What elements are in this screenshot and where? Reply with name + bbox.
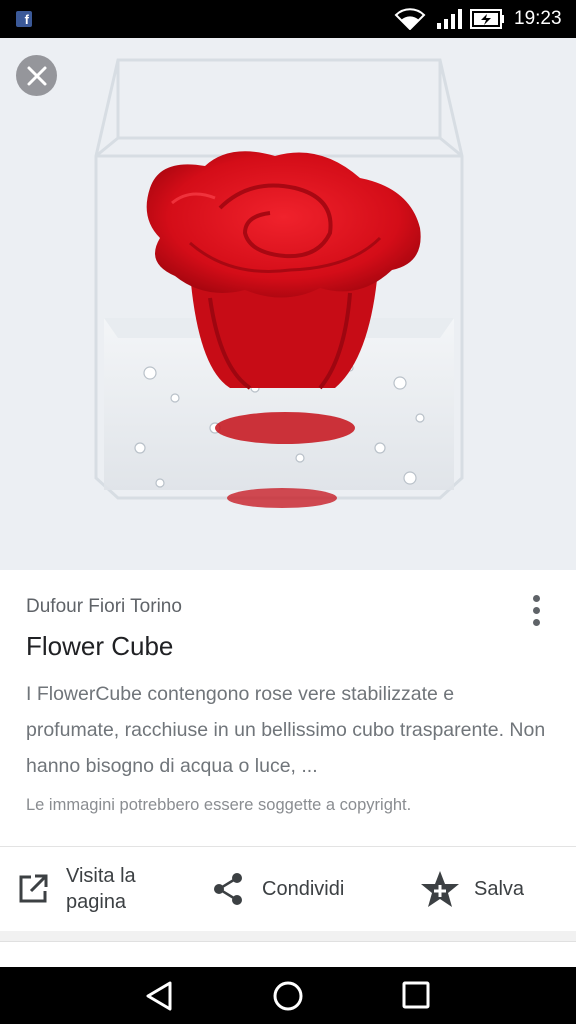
share-label: Condividi <box>262 878 345 900</box>
close-button[interactable] <box>16 55 57 96</box>
back-icon[interactable] <box>144 980 176 1012</box>
result-title[interactable]: Flower Cube <box>26 631 173 662</box>
share-icon <box>214 873 242 905</box>
next-card-peek <box>0 931 576 967</box>
more-vert-icon <box>532 594 540 602</box>
save-label: Salva <box>474 878 525 900</box>
image-preview[interactable] <box>0 38 576 570</box>
visit-page-label: Visita la pagina <box>66 865 136 913</box>
recents-icon[interactable] <box>401 980 431 1010</box>
facebook-icon: f <box>16 11 32 27</box>
navigation-bar <box>0 967 576 1024</box>
signal-icon <box>437 9 462 29</box>
source-site[interactable]: Dufour Fiori Torino <box>26 596 182 618</box>
close-icon <box>27 66 46 85</box>
rose-cube-image <box>94 58 464 508</box>
save-button[interactable]: Salva <box>420 847 524 931</box>
copyright-notice: Le immagini potrebbero essere soggette a… <box>26 796 412 814</box>
open-in-new-icon <box>19 874 48 903</box>
status-time: 19:23 <box>514 8 562 29</box>
home-icon[interactable] <box>272 980 304 1012</box>
actions-bar: Visita la pagina Condividi Salva <box>0 847 576 931</box>
share-button[interactable]: Condividi <box>210 847 344 931</box>
visit-page-button[interactable]: Visita la pagina <box>16 847 186 931</box>
more-options-button[interactable] <box>520 590 552 630</box>
star-plus-icon <box>421 871 459 907</box>
result-info: Dufour Fiori Torino Flower Cube I Flower… <box>0 570 576 846</box>
wifi-icon <box>394 8 426 30</box>
status-bar: f 19:23 <box>0 0 576 38</box>
result-description: I FlowerCube contengono rose vere stabil… <box>26 683 546 777</box>
battery-charging-icon <box>470 9 504 29</box>
